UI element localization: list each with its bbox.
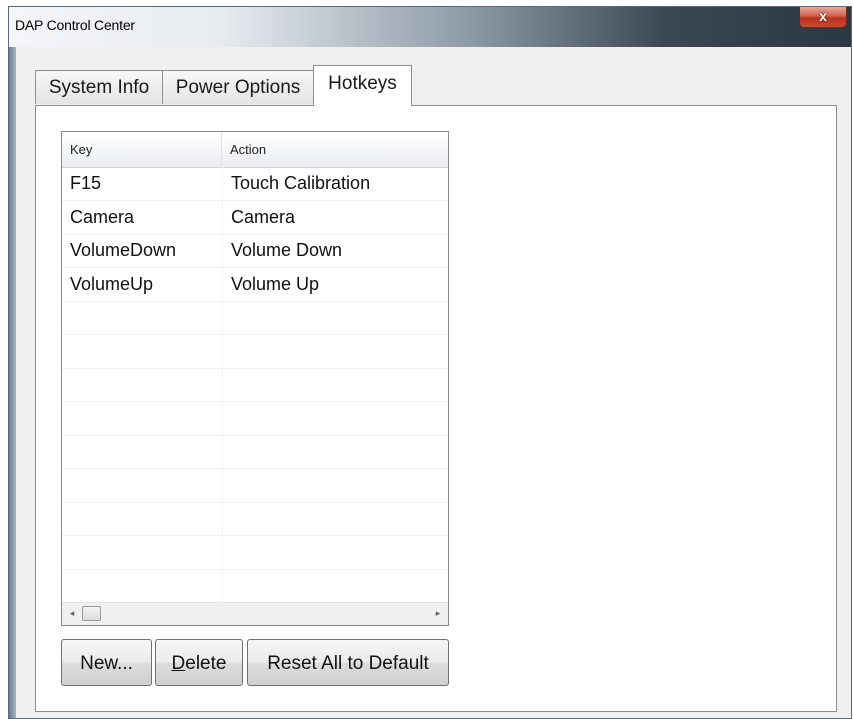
table-row[interactable]: VolumeDown Volume Down — [62, 234, 448, 268]
new-button[interactable]: New... — [61, 639, 152, 686]
column-header-action[interactable]: Action — [222, 132, 448, 167]
hotkey-key-cell: F15 — [70, 173, 102, 193]
table-row[interactable]: F15 Touch Calibration — [62, 167, 448, 201]
hotkeys-list[interactable]: Key Action F15 Touch Calibration Camera Cam… — [61, 131, 449, 626]
tab-hotkeys[interactable]: Hotkeys — [313, 65, 412, 106]
empty-table-row[interactable] — [62, 301, 448, 335]
empty-table-row[interactable] — [62, 368, 448, 402]
reset-all-button-label: Reset All to Default — [267, 653, 429, 674]
title-bar[interactable]: DAP Control Center x — [9, 7, 851, 47]
hotkey-action-cell: Touch Calibration — [231, 173, 371, 193]
reset-all-button[interactable]: Reset All to Default — [247, 639, 449, 686]
empty-table-row[interactable] — [62, 335, 448, 369]
empty-table-row[interactable] — [62, 402, 448, 436]
hotkey-key-cell: Camera — [70, 206, 135, 227]
hotkeys-panel: Key Action F15 Touch Calibration Camera Cam… — [35, 105, 837, 712]
hotkey-key-cell: VolumeUp — [70, 273, 154, 294]
tab-hotkeys-label: Hotkeys — [328, 73, 397, 94]
scroll-thumb[interactable] — [82, 606, 101, 621]
delete-button[interactable]: Delete — [155, 639, 243, 686]
table-row[interactable]: Camera Camera — [62, 201, 448, 235]
hotkey-action-cell: Volume Down — [231, 240, 343, 260]
client-area: System Info Power Options Hotkeys Key Ac… — [16, 47, 851, 718]
new-button-label: New... — [80, 653, 133, 674]
tab-power-options-label: Power Options — [175, 77, 301, 98]
horizontal-scrollbar[interactable]: ◂ ▸ — [62, 602, 448, 625]
hotkey-action-cell: Volume Up — [231, 273, 320, 294]
empty-table-row[interactable] — [62, 469, 448, 503]
list-header: Key Action — [62, 132, 448, 168]
tab-power-options[interactable]: Power Options — [162, 70, 314, 104]
close-button[interactable]: x — [799, 7, 847, 28]
delete-mnemonic: D — [171, 653, 186, 674]
close-icon: x — [819, 8, 827, 24]
table-row[interactable]: VolumeUp Volume Up — [62, 268, 448, 302]
column-header-key[interactable]: Key — [62, 132, 222, 167]
hotkey-key-cell: VolumeDown — [70, 240, 177, 260]
empty-table-row[interactable] — [62, 502, 448, 536]
empty-table-row[interactable] — [62, 435, 448, 469]
tab-system-info-label: System Info — [48, 77, 150, 98]
hotkey-action-cell: Camera — [231, 206, 296, 227]
dap-control-center-window: DAP Control Center x System Info Power O… — [8, 6, 852, 719]
tab-system-info[interactable]: System Info — [35, 70, 163, 104]
delete-button-label: elete — [185, 653, 227, 674]
window-frame-left — [9, 47, 16, 718]
empty-table-row[interactable] — [62, 569, 448, 603]
scroll-left-arrow-icon[interactable]: ◂ — [64, 603, 80, 624]
empty-table-row[interactable] — [62, 536, 448, 570]
window-title: DAP Control Center — [15, 17, 135, 33]
scroll-right-arrow-icon[interactable]: ▸ — [430, 603, 446, 624]
